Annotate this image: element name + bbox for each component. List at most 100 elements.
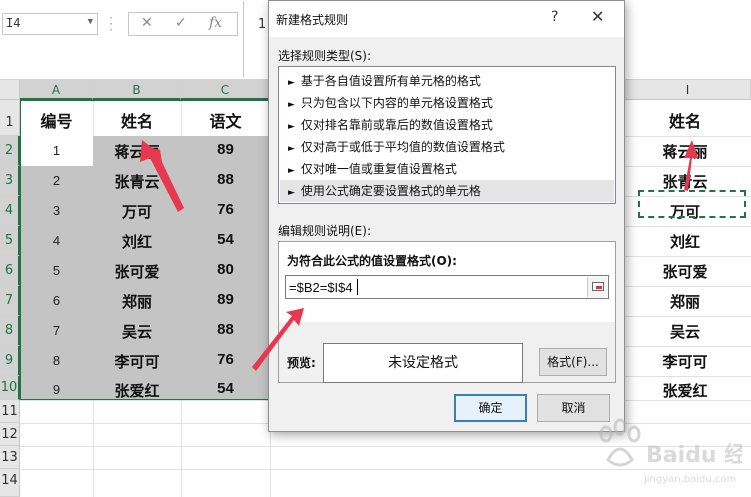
table-cell[interactable]: 9 — [20, 382, 93, 397]
table-cell[interactable]: 蒋云丽 — [93, 141, 181, 162]
row-header-7[interactable]: 7 — [0, 286, 20, 316]
row-header-8[interactable]: 8 — [0, 316, 20, 346]
table-cell[interactable]: 张可爱 — [93, 261, 181, 282]
rule-type-list[interactable]: ► 基于各自值设置所有单元格的格式 ► 只为包含以下内容的单元格设置格式 ► 仅对排名… — [278, 66, 616, 204]
rule-description-panel: 为符合此公式的值设置格式(O): =$B2=$I$4 预览: 未设定格式 格式(… — [278, 241, 616, 383]
text-caret — [357, 279, 358, 295]
edit-description-label: 编辑规则说明(E): — [278, 224, 371, 238]
header-cell-id[interactable]: 编号 — [20, 108, 93, 132]
table-cell[interactable]: 郑丽 — [93, 291, 181, 312]
formula-buttons: ✕ ✓ fx — [128, 12, 238, 36]
range-picker-icon[interactable] — [587, 277, 607, 297]
triangle-right-icon: ► — [288, 188, 295, 198]
formula-label: 为符合此公式的值设置格式(O): — [287, 254, 457, 268]
row-header-9[interactable]: 9 — [0, 346, 20, 376]
name-box-value: I4 — [6, 16, 21, 30]
row-header-6[interactable]: 6 — [0, 256, 20, 286]
row-header-12[interactable]: 12 — [0, 423, 20, 446]
rule-type-item[interactable]: ► 仅对唯一值或重复值设置格式 — [280, 158, 614, 180]
column-i-cell[interactable]: 刘红 — [625, 231, 745, 252]
table-cell[interactable]: 6 — [20, 293, 93, 308]
table-cell[interactable]: 80 — [181, 261, 270, 278]
header-cell-chinese[interactable]: 语文 — [181, 108, 270, 132]
column-i-cell[interactable]: 李可可 — [625, 351, 745, 372]
column-i-cell[interactable]: 吴云 — [625, 321, 745, 342]
triangle-right-icon: ► — [288, 78, 295, 88]
drag-handle-icon[interactable]: · · · — [108, 12, 114, 36]
triangle-right-icon: ► — [288, 122, 295, 132]
row-header-5[interactable]: 5 — [0, 226, 20, 256]
row-header-11[interactable]: 11 — [0, 400, 20, 423]
table-cell[interactable]: 4 — [20, 233, 93, 248]
table-cell[interactable]: 54 — [181, 380, 270, 397]
row-header-4[interactable]: 4 — [0, 196, 20, 226]
preview-label: 预览: — [287, 356, 316, 370]
copy-marquee — [638, 190, 746, 218]
column-i-header[interactable]: 姓名 — [625, 108, 745, 132]
rule-type-item[interactable]: ► 仅对排名靠前或靠后的数值设置格式 — [280, 114, 614, 136]
column-header-i[interactable]: I — [625, 80, 751, 100]
table-cell[interactable]: 刘红 — [93, 231, 181, 252]
dialog-title: 新建格式规则 — [276, 13, 349, 27]
formula-value: =$B2=$I$4 — [289, 280, 353, 295]
formula-section: 为符合此公式的值设置格式(O): =$B2=$I$4 — [279, 242, 615, 322]
name-box[interactable]: I4 ▼ — [2, 13, 98, 35]
formula-input[interactable]: =$B2=$I$4 — [285, 275, 609, 299]
rule-type-item[interactable]: ► 仅对高于或低于平均值的数值设置格式 — [280, 136, 614, 158]
rule-type-item-selected[interactable]: ► 使用公式确定要设置格式的单元格 — [280, 180, 614, 202]
ok-button[interactable]: 确定 — [454, 394, 527, 422]
table-cell[interactable]: 张爱红 — [93, 380, 181, 401]
table-cell[interactable]: 54 — [181, 231, 270, 248]
table-cell[interactable]: 89 — [181, 141, 270, 158]
table-cell[interactable]: 2 — [20, 173, 93, 188]
watermark-brand: Baidu 经验 — [646, 442, 742, 468]
row-header-14[interactable]: 14 — [0, 469, 20, 497]
column-i-cell[interactable]: 蒋云丽 — [625, 141, 745, 162]
rule-type-item[interactable]: ► 只为包含以下内容的单元格设置格式 — [280, 92, 614, 114]
watermark-url: jingyan.baidu.com — [643, 474, 736, 485]
column-i-cell[interactable]: 张可爱 — [625, 261, 745, 282]
triangle-right-icon: ► — [288, 166, 295, 176]
table-cell[interactable]: 88 — [181, 321, 270, 338]
column-header-c[interactable]: C — [181, 80, 270, 100]
chevron-down-icon[interactable]: ▼ — [88, 17, 93, 27]
help-icon[interactable]: ? — [551, 9, 558, 25]
table-cell[interactable]: 89 — [181, 291, 270, 308]
row-header-2[interactable]: 2 — [0, 136, 20, 166]
rule-type-item[interactable]: ► 基于各自值设置所有单元格的格式 — [280, 70, 614, 92]
table-cell[interactable]: 8 — [20, 353, 93, 368]
table-cell[interactable]: 5 — [20, 263, 93, 278]
format-button[interactable]: 格式(F)... — [539, 348, 607, 376]
row-header-1[interactable]: 1 — [0, 100, 20, 136]
table-cell[interactable]: 7 — [20, 323, 93, 338]
table-cell[interactable]: 万可 — [93, 201, 181, 222]
table-cell[interactable]: 88 — [181, 171, 270, 188]
column-i-cell[interactable]: 张爱红 — [625, 380, 745, 401]
insert-function-icon[interactable]: fx — [209, 15, 222, 31]
row-header-3[interactable]: 3 — [0, 166, 20, 196]
table-cell[interactable]: 李可可 — [93, 351, 181, 372]
table-cell[interactable]: 吴云 — [93, 321, 181, 342]
row-header-13[interactable]: 13 — [0, 446, 20, 469]
baidu-watermark: Baidu 经验 jingyan.baidu.com — [599, 418, 742, 485]
header-cell-name[interactable]: 姓名 — [93, 108, 181, 132]
column-header-b[interactable]: B — [93, 80, 181, 100]
column-i-cell[interactable]: 郑丽 — [625, 291, 745, 312]
table-cell[interactable]: 张青云 — [93, 171, 181, 192]
format-preview: 未设定格式 — [323, 343, 523, 383]
new-format-rule-dialog: 新建格式规则 ? ✕ 选择规则类型(S): ► 基于各自值设置所有单元格的格式 ►… — [268, 0, 625, 432]
row-header-10[interactable]: 10 — [0, 376, 20, 400]
select-all-corner[interactable] — [0, 80, 20, 100]
enter-icon[interactable]: ✓ — [175, 15, 187, 31]
select-rule-type-label: 选择规则类型(S): — [278, 49, 372, 63]
table-cell[interactable]: 1 — [20, 143, 93, 158]
table-cell[interactable]: 76 — [181, 201, 270, 218]
close-icon[interactable]: ✕ — [591, 7, 604, 26]
dialog-titlebar[interactable]: 新建格式规则 ? ✕ — [269, 1, 624, 37]
triangle-right-icon: ► — [288, 144, 295, 154]
column-i-cell[interactable]: 张青云 — [625, 171, 745, 192]
column-header-a[interactable]: A — [20, 80, 93, 100]
cancel-icon[interactable]: ✕ — [141, 15, 153, 31]
table-cell[interactable]: 3 — [20, 203, 93, 218]
table-cell[interactable]: 76 — [181, 351, 270, 368]
